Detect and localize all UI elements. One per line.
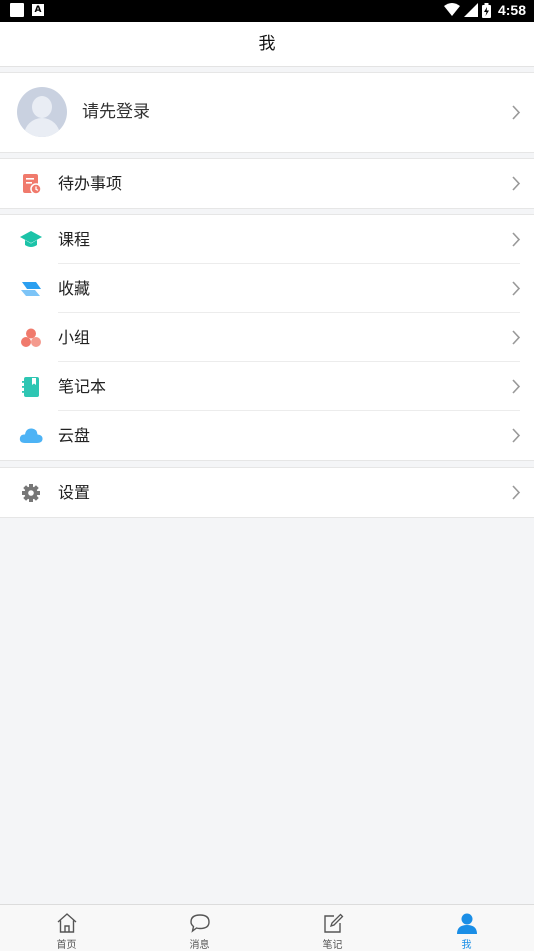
- cloud-icon: [19, 428, 43, 443]
- chevron-right-icon: [512, 281, 521, 296]
- home-icon: [57, 913, 77, 933]
- status-time: 4:58: [497, 2, 526, 18]
- gear-icon: [22, 484, 40, 502]
- menu-item-notebook[interactable]: 笔记本: [0, 362, 534, 411]
- chevron-right-icon: [512, 330, 521, 345]
- message-icon: [190, 914, 210, 933]
- menu-item-todo[interactable]: 待办事项: [0, 159, 534, 208]
- chevron-right-icon: [512, 428, 521, 443]
- menu-item-settings[interactable]: 设置: [0, 468, 534, 517]
- menu-label-course: 课程: [58, 230, 91, 249]
- menu-item-cloud[interactable]: 云盘: [0, 411, 534, 460]
- todo-section: 待办事项: [0, 158, 534, 209]
- page-title: 我: [0, 22, 534, 67]
- todo-icon: [23, 174, 42, 195]
- menu-label-cloud: 云盘: [58, 426, 91, 445]
- tab-label-notes: 笔记: [322, 940, 343, 951]
- menu-label-notebook: 笔记本: [58, 377, 107, 396]
- signal-icon: [463, 3, 478, 17]
- avatar: [17, 87, 67, 137]
- settings-section: 设置: [0, 467, 534, 518]
- tab-label-home: 首页: [56, 940, 77, 951]
- menu-item-favorites[interactable]: 收藏: [0, 264, 534, 313]
- tab-home[interactable]: 首页: [0, 905, 133, 951]
- notification-icon: [10, 3, 24, 17]
- bookmark-stack-icon: [21, 282, 41, 296]
- status-bar: A 4:58: [0, 0, 534, 22]
- group-icon: [21, 328, 41, 347]
- menu-label-settings: 设置: [58, 483, 91, 502]
- battery-icon: [481, 2, 491, 18]
- person-icon: [457, 913, 477, 934]
- tab-messages[interactable]: 消息: [133, 905, 266, 951]
- tab-me[interactable]: 我: [400, 905, 533, 951]
- tab-label-me: 我: [461, 940, 472, 951]
- main-menu-section: 课程 收藏 小组 笔记本 云盘: [0, 214, 534, 461]
- chevron-right-icon: [512, 485, 521, 500]
- menu-label-todo: 待办事项: [58, 174, 123, 193]
- login-row[interactable]: 请先登录: [0, 72, 534, 153]
- wifi-icon: [443, 3, 460, 16]
- chevron-right-icon: [512, 176, 521, 191]
- menu-item-group[interactable]: 小组: [0, 313, 534, 362]
- chevron-right-icon: [512, 105, 521, 120]
- graduation-cap-icon: [20, 231, 42, 247]
- notebook-icon: [22, 377, 39, 397]
- chevron-right-icon: [512, 232, 521, 247]
- bottom-tab-bar: 首页 消息 笔记 我: [0, 904, 534, 951]
- tab-label-messages: 消息: [189, 940, 210, 951]
- chevron-right-icon: [512, 379, 521, 394]
- menu-label-group: 小组: [58, 328, 91, 347]
- note-edit-icon: [324, 913, 344, 933]
- login-label: 请先登录: [82, 102, 150, 122]
- menu-label-favorites: 收藏: [58, 279, 91, 298]
- menu-item-course[interactable]: 课程: [0, 215, 534, 264]
- font-icon: A: [32, 4, 44, 16]
- tab-notes[interactable]: 笔记: [266, 905, 399, 951]
